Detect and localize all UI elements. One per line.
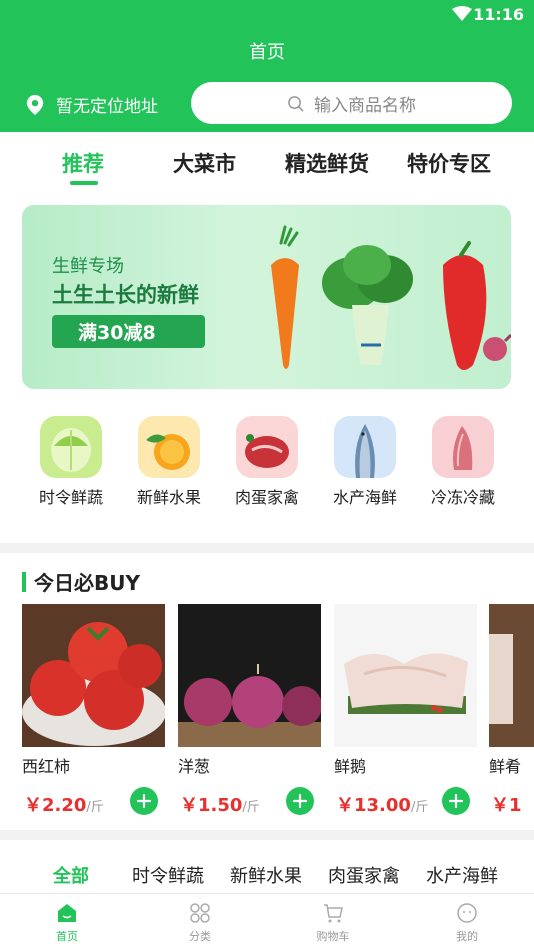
cabbage-icon — [40, 416, 102, 478]
product-price-row: ￥2.20/斤 — [22, 787, 165, 819]
header: 11:16 首页 暂无定位地址 输入商品名称 — [0, 0, 534, 132]
nav-label: 分类 — [189, 930, 211, 943]
tab-recommend[interactable]: 推荐 — [62, 148, 104, 178]
banner-title: 土生土长的新鲜 — [52, 283, 199, 307]
promo-banner[interactable]: 生鲜专场 土生土长的新鲜 满30减8 — [22, 205, 511, 389]
section-accent-bar — [22, 571, 26, 592]
category-item-vegetables[interactable]: 时令鲜蔬 — [26, 416, 116, 508]
category-item-fruit[interactable]: 新鲜水果 — [124, 416, 214, 508]
nav-label: 购物车 — [316, 930, 350, 943]
category-label: 冷冻冷藏 — [430, 488, 495, 507]
product-name: 西红柿 — [22, 757, 71, 776]
product-price-row: ￥1.50/斤 — [178, 787, 321, 819]
filter-tab-vegetables[interactable]: 时令鲜蔬 — [132, 862, 204, 888]
search-icon — [288, 95, 304, 111]
category-label: 肉蛋家禽 — [234, 488, 299, 507]
product-price-row: ￥13.00/斤 — [334, 787, 477, 819]
plus-icon — [137, 794, 151, 808]
product-carousel[interactable]: 西红柿 ￥2.20/斤 洋葱 ￥1.50/斤 鲜鹅 ￥13.00/斤 鲜肴 ￥1 — [0, 604, 534, 824]
nav-item-home[interactable]: 首页 — [32, 902, 102, 944]
category-icon — [190, 903, 210, 923]
wifi-icon — [452, 6, 472, 21]
nav-item-profile[interactable]: 我的 — [432, 902, 502, 944]
nav-label: 我的 — [456, 930, 478, 943]
category-label: 时令鲜蔬 — [38, 488, 103, 507]
product-image-goose — [334, 604, 477, 747]
category-label: 新鲜水果 — [136, 488, 201, 507]
meat-icon — [236, 416, 298, 478]
section-title-text: 今日必BUY — [34, 571, 140, 595]
product-image-partial — [489, 604, 534, 747]
banner-discount-button[interactable]: 满30减8 — [52, 315, 205, 348]
section-divider — [0, 543, 534, 553]
home-icon — [58, 904, 76, 922]
product-image-onion — [178, 604, 321, 747]
tab-selected-fresh[interactable]: 精选鲜货 — [285, 148, 369, 178]
product-name: 鲜肴 — [489, 757, 522, 776]
category-label: 水产海鲜 — [332, 488, 397, 507]
product-price: ￥13.00/斤 — [336, 795, 429, 816]
top-tabs: 推荐 大菜市 精选鲜货 特价专区 — [0, 140, 534, 190]
product-price: ￥1 — [491, 795, 522, 816]
status-time: 11:16 — [473, 5, 524, 24]
page-title: 首页 — [249, 42, 285, 63]
product-name: 鲜鹅 — [334, 757, 367, 776]
nav-item-cart[interactable]: 购物车 — [298, 902, 368, 944]
product-name: 洋葱 — [178, 757, 211, 776]
product-card[interactable]: 西红柿 ￥2.20/斤 — [22, 604, 165, 819]
add-to-cart-button[interactable] — [130, 787, 158, 815]
category-item-seafood[interactable]: 水产海鲜 — [320, 416, 410, 508]
product-image-tomato — [22, 604, 165, 747]
search-placeholder: 输入商品名称 — [314, 95, 416, 116]
status-bar: 11:16 — [0, 0, 534, 30]
banner-subtitle: 生鲜专场 — [52, 256, 124, 277]
location-pin-icon — [26, 94, 44, 115]
add-to-cart-button[interactable] — [286, 787, 314, 815]
filter-tab-meat[interactable]: 肉蛋家禽 — [328, 862, 400, 888]
nav-label: 首页 — [56, 930, 78, 943]
add-to-cart-button[interactable] — [442, 787, 470, 815]
bottom-nav: 首页 分类 购物车 我的 — [0, 893, 534, 949]
filter-tab-seafood[interactable]: 水产海鲜 — [426, 862, 498, 888]
location-text: 暂无定位地址 — [56, 97, 158, 117]
product-card[interactable]: 鲜肴 ￥1 — [489, 604, 534, 819]
category-grid: 时令鲜蔬 新鲜水果 肉蛋家禽 水产海鲜 冷冻冷藏 — [0, 416, 534, 516]
category-item-frozen[interactable]: 冷冻冷藏 — [418, 416, 508, 508]
nav-item-category[interactable]: 分类 — [165, 902, 235, 944]
plus-icon — [449, 794, 463, 808]
tab-market[interactable]: 大菜市 — [173, 148, 236, 178]
search-input[interactable]: 输入商品名称 — [191, 82, 512, 124]
filter-tab-fruit[interactable]: 新鲜水果 — [230, 862, 302, 888]
location-selector[interactable]: 暂无定位地址 — [26, 92, 158, 117]
section-divider — [0, 830, 534, 840]
category-item-meat[interactable]: 肉蛋家禽 — [222, 416, 312, 508]
profile-icon — [457, 903, 477, 923]
product-price-row: ￥1 — [489, 787, 534, 819]
orange-icon — [138, 416, 200, 478]
cart-icon — [324, 904, 343, 923]
active-tab-indicator — [70, 181, 98, 185]
product-card[interactable]: 鲜鹅 ￥13.00/斤 — [334, 604, 477, 819]
category-filter-tabs: 全部 时令鲜蔬 新鲜水果 肉蛋家禽 水产海鲜 — [0, 856, 534, 892]
section-today-title: 今日必BUY — [22, 567, 140, 596]
product-price: ￥2.20/斤 — [24, 795, 104, 816]
product-card[interactable]: 洋葱 ￥1.50/斤 — [178, 604, 321, 819]
filter-tab-all[interactable]: 全部 — [53, 862, 89, 888]
plus-icon — [293, 794, 307, 808]
frozen-meat-icon — [432, 416, 494, 478]
tab-special-offers[interactable]: 特价专区 — [407, 148, 491, 178]
fish-icon — [334, 416, 396, 478]
vegetables-illustration — [271, 225, 511, 370]
product-price: ￥1.50/斤 — [180, 795, 260, 816]
